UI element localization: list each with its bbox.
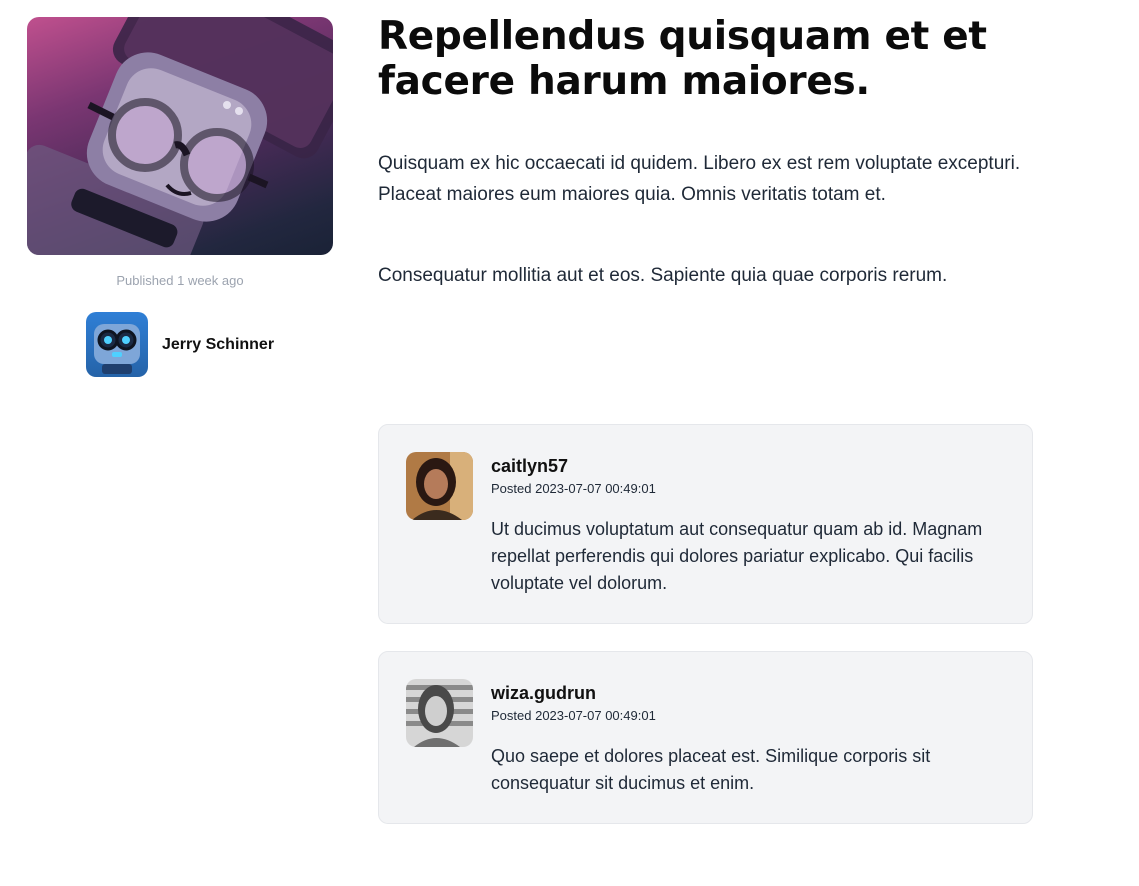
article-cover-image <box>27 17 333 255</box>
comment-text: Quo saepe et dolores placeat est. Simili… <box>491 746 931 793</box>
robot-illustration-icon <box>27 17 333 255</box>
published-date: Published 1 week ago <box>116 273 244 288</box>
comment-timestamp: Posted 2023-07-07 00:49:01 <box>491 481 656 496</box>
comment-timestamp: Posted 2023-07-07 00:49:01 <box>491 708 656 723</box>
robot-avatar-icon[interactable] <box>86 312 148 377</box>
article-paragraph: Consequatur mollitia aut et eos. Sapient… <box>378 265 948 286</box>
comment-text: Ut ducimus voluptatum aut consequatur qu… <box>491 519 983 593</box>
author-info[interactable]: Jerry Schinner <box>86 312 274 377</box>
author-name[interactable]: Jerry Schinner <box>162 336 274 354</box>
user-photo-avatar[interactable] <box>406 679 473 747</box>
comment-card: wiza.gudrun Posted 2023-07-07 00:49:01 Q… <box>378 651 1033 824</box>
user-photo-avatar[interactable] <box>406 452 473 520</box>
comment-username[interactable]: wiza.gudrun <box>491 683 596 704</box>
comment-username[interactable]: caitlyn57 <box>491 456 568 477</box>
comment-card: caitlyn57 Posted 2023-07-07 00:49:01 Ut … <box>378 424 1033 624</box>
article-paragraph: Quisquam ex hic occaecati id quidem. Lib… <box>378 153 1021 205</box>
article-title: Repellendus quisquam et et facere harum … <box>378 14 987 104</box>
